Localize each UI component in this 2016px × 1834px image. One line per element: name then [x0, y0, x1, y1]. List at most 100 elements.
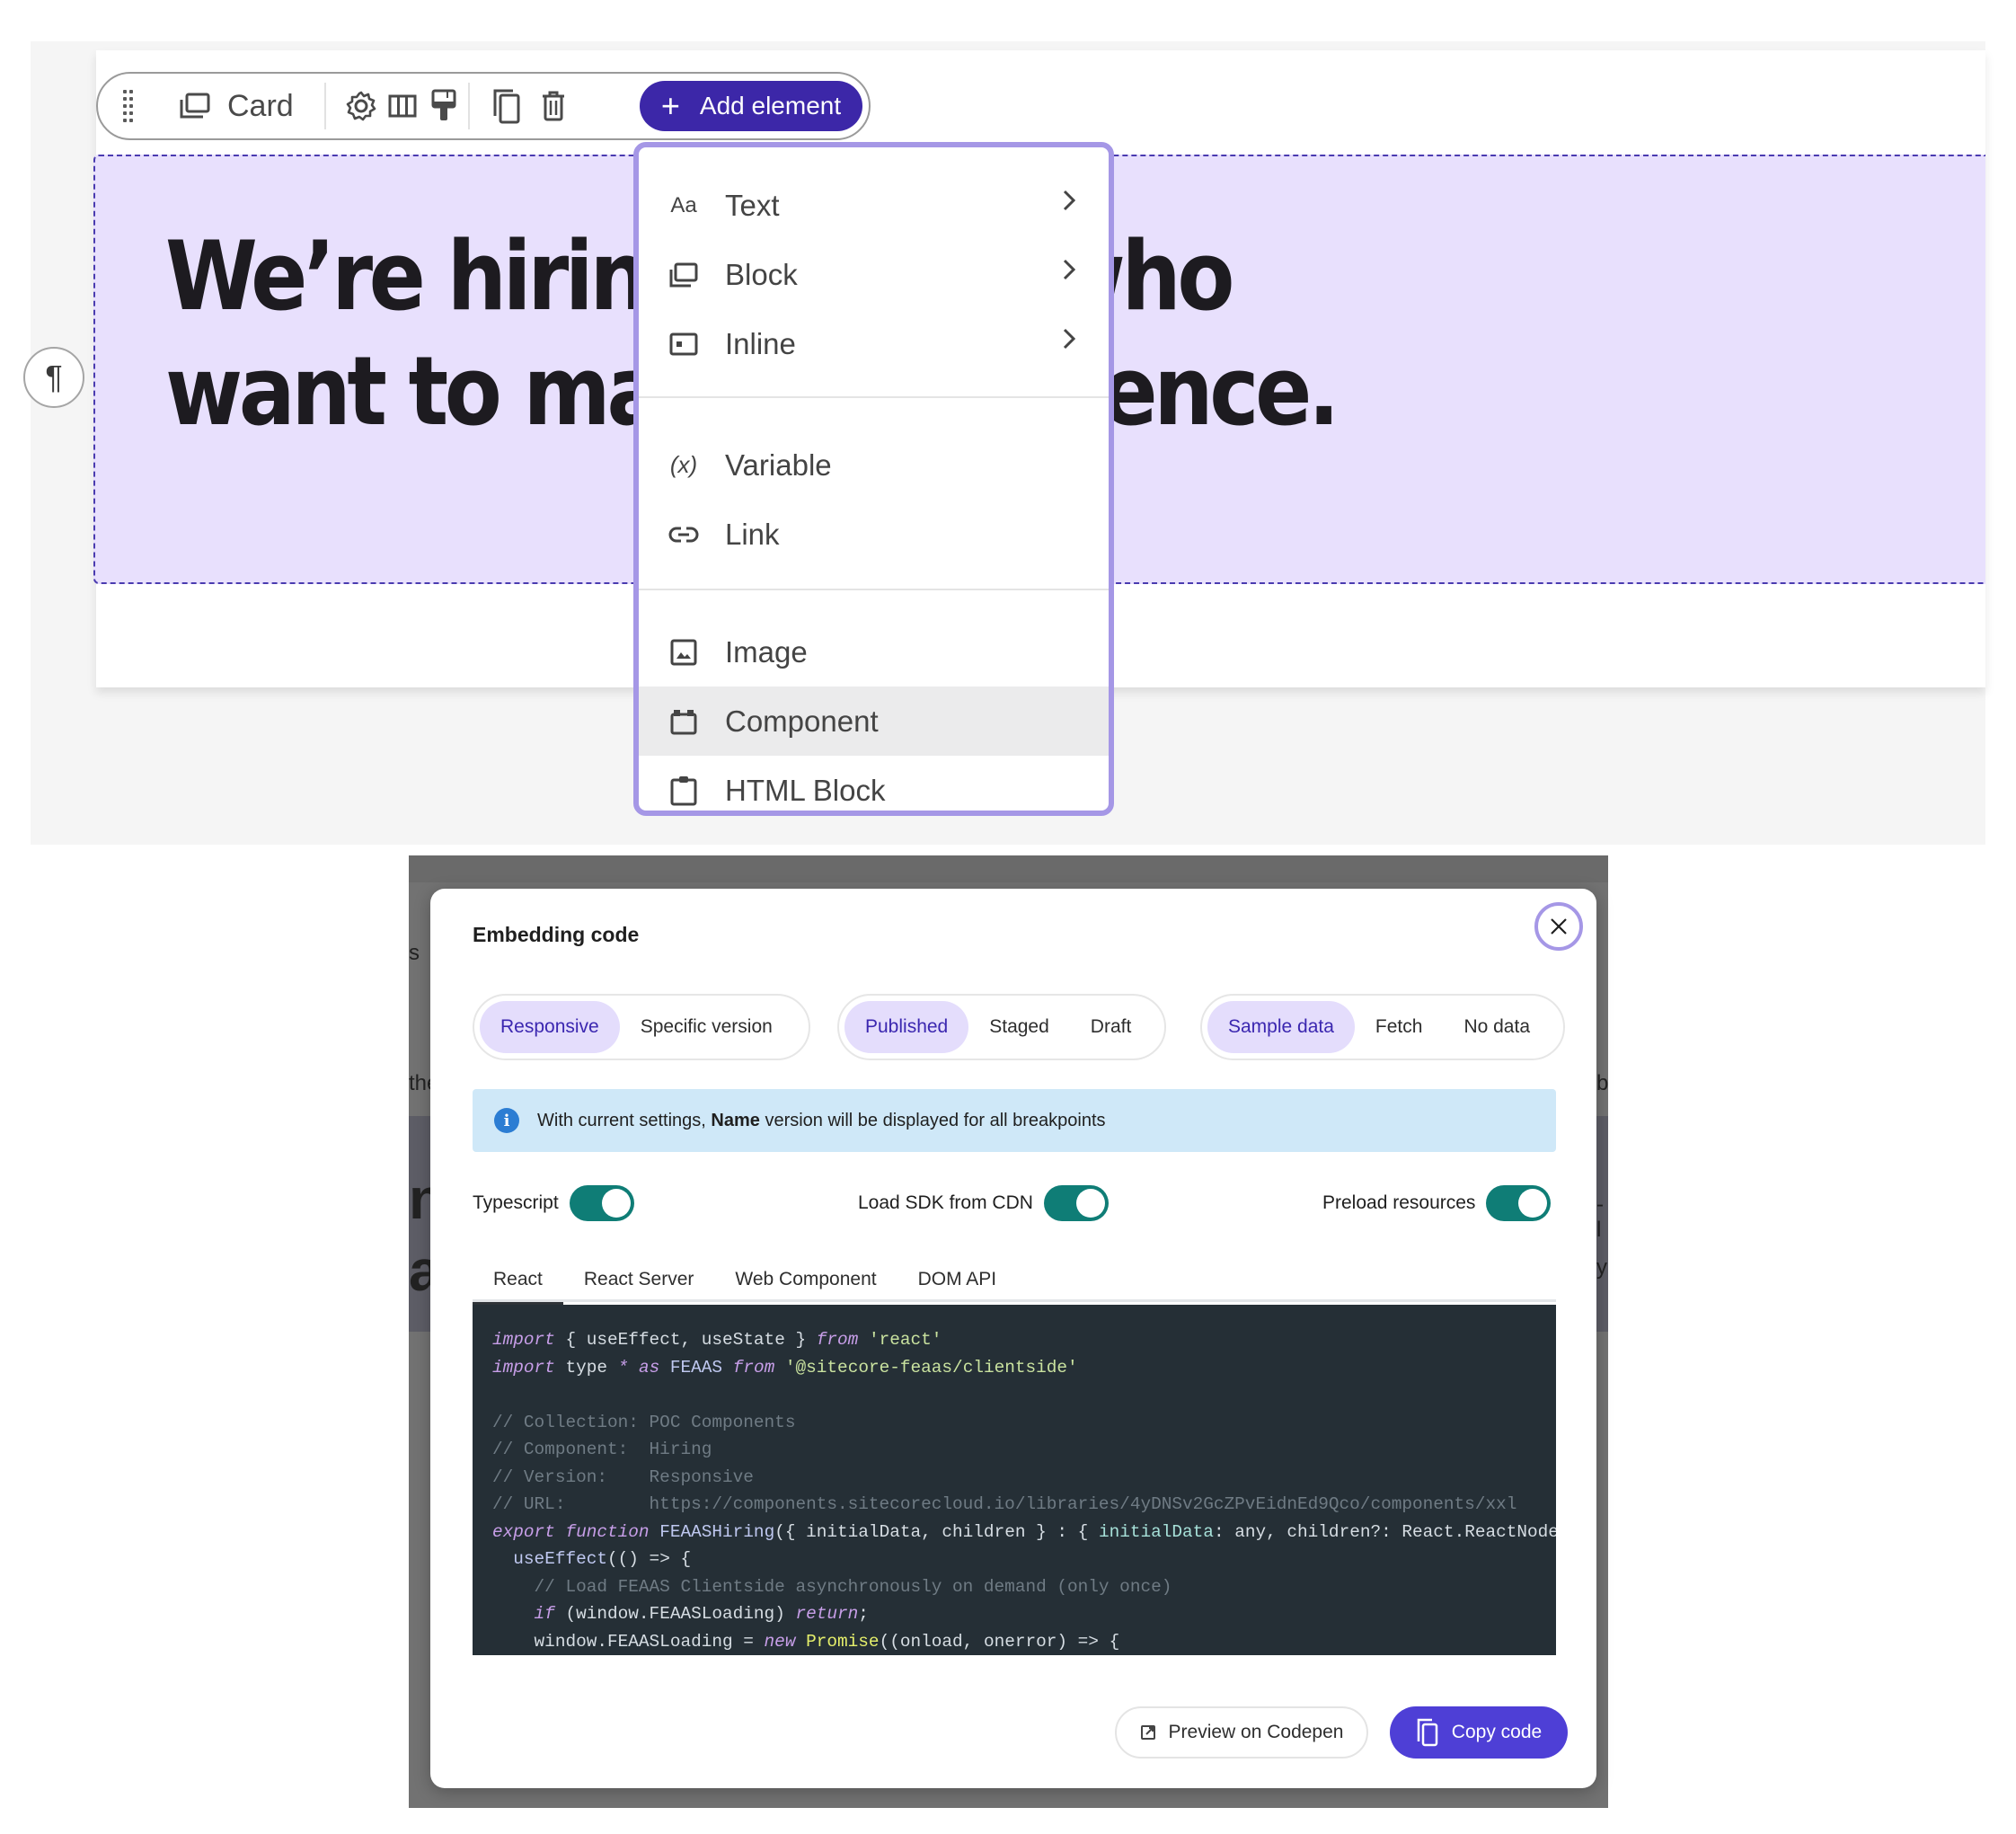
toolbar-divider [324, 83, 326, 129]
paragraph-icon: ¶ [45, 359, 63, 395]
menu-item-text[interactable]: Aa Text [639, 171, 1109, 240]
tab-dom-api[interactable]: DOM API [897, 1257, 1018, 1302]
load-sdk-toggle-row: Load SDK from CDN [858, 1184, 1109, 1222]
backdrop-text-fragment: y [1596, 1255, 1607, 1280]
settings-gear-icon [345, 90, 377, 122]
data-source-segmented-control: Sample data Fetch No data [1200, 994, 1565, 1060]
segment-fetch[interactable]: Fetch [1355, 1001, 1444, 1053]
segment-specific-version[interactable]: Specific version [620, 1001, 793, 1053]
menu-item-label: Variable [725, 447, 832, 482]
typescript-label: Typescript [473, 1192, 559, 1213]
info-text-part: With current settings, [537, 1110, 712, 1130]
copy-icon [1417, 1718, 1438, 1747]
card-icon [179, 92, 211, 120]
menu-item-label: Block [725, 257, 798, 291]
preview-on-codepen-button[interactable]: Preview on Codepen [1115, 1706, 1368, 1759]
component-icon [666, 704, 702, 740]
code-format-tabs: React React Server Web Component DOM API [473, 1257, 1556, 1305]
menu-item-label: Component [725, 704, 879, 738]
code-line: // URL: https://components.sitecorecloud… [492, 1494, 1517, 1514]
copy-code-button[interactable]: Copy code [1390, 1706, 1568, 1759]
block-icon [666, 257, 702, 293]
backdrop-text-fragment: -l [1596, 1192, 1604, 1242]
external-link-icon [1140, 1725, 1155, 1740]
code-line: import type * as FEAAS from '@sitecore-f… [492, 1357, 1078, 1378]
preload-resources-label: Preload resources [1322, 1192, 1476, 1213]
trash-icon [541, 90, 566, 122]
tab-react-server[interactable]: React Server [563, 1257, 715, 1302]
load-sdk-toggle[interactable] [1043, 1185, 1109, 1221]
load-sdk-label: Load SDK from CDN [858, 1192, 1033, 1213]
code-line: export function FEAASHiring({ initialDat… [492, 1521, 1556, 1542]
close-button[interactable] [1534, 902, 1583, 951]
menu-item-image[interactable]: Image [639, 617, 1109, 687]
menu-item-variable[interactable]: (x) Variable [639, 430, 1109, 500]
typescript-toggle-row: Typescript [473, 1184, 634, 1222]
code-line: import { useEffect, useState } from 'rea… [492, 1330, 942, 1350]
menu-item-component[interactable]: Component [639, 687, 1109, 756]
version-mode-segmented-control: Responsive Specific version [473, 994, 810, 1060]
columns-icon [388, 93, 417, 119]
settings-button[interactable] [339, 74, 384, 138]
add-element-button[interactable]: + Add element [640, 81, 862, 131]
image-icon [666, 634, 702, 670]
code-snippet[interactable]: import { useEffect, useState } from 'rea… [473, 1305, 1556, 1655]
segment-staged[interactable]: Staged [968, 1001, 1070, 1053]
menu-item-block[interactable]: Block [639, 240, 1109, 309]
menu-item-label: Inline [725, 326, 796, 360]
menu-item-link[interactable]: Link [639, 500, 1109, 569]
layout-columns-button[interactable] [380, 74, 425, 138]
backdrop-text-fragment: b [1596, 1071, 1608, 1095]
embedding-code-dialog: Embedding code Responsive Specific versi… [430, 889, 1596, 1788]
preview-label: Preview on Codepen [1168, 1722, 1344, 1742]
drag-handle-icon[interactable] [123, 90, 134, 124]
duplicate-button[interactable] [484, 74, 529, 138]
text-aa-icon: Aa [670, 192, 697, 217]
info-message: With current settings, Name version will… [537, 1111, 1106, 1131]
menu-item-html-block[interactable]: HTML Block [639, 756, 1109, 825]
preload-resources-toggle[interactable] [1486, 1185, 1552, 1221]
element-type-selector[interactable]: Card [179, 74, 294, 138]
tab-react[interactable]: React [473, 1257, 563, 1305]
info-text-part: version will be displayed for all breakp… [759, 1110, 1106, 1130]
dialog-title: Embedding code [473, 923, 640, 946]
tab-web-component[interactable]: Web Component [714, 1257, 897, 1302]
menu-item-inline[interactable]: Inline [639, 309, 1109, 378]
paragraph-handle-button[interactable]: ¶ [23, 347, 84, 408]
menu-item-label: Image [725, 634, 808, 669]
delete-button[interactable] [531, 74, 576, 138]
info-banner: i With current settings, Name version wi… [473, 1089, 1556, 1152]
menu-item-label: Text [725, 188, 780, 222]
segment-published[interactable]: Published [844, 1001, 969, 1053]
code-line: // Load FEAAS Clientside asynchronously … [534, 1576, 1172, 1597]
code-line: window.FEAASLoading = new Promise((onloa… [492, 1631, 1120, 1652]
menu-item-label: HTML Block [725, 773, 886, 807]
element-type-label: Card [227, 88, 294, 123]
duplicate-icon [491, 87, 522, 125]
html-block-icon [666, 773, 702, 809]
chevron-right-icon [1062, 189, 1076, 217]
menu-divider [639, 396, 1109, 398]
preload-resources-toggle-row: Preload resources [1322, 1184, 1552, 1222]
chevron-right-icon [1062, 258, 1076, 286]
info-text-bold: Name [711, 1110, 760, 1130]
close-icon [1551, 918, 1567, 935]
add-element-menu: Aa Text Block Inline (x) Variable Link I… [633, 142, 1114, 816]
info-icon: i [494, 1108, 519, 1133]
segment-responsive[interactable]: Responsive [480, 1001, 620, 1053]
code-line: // Version: Responsive [492, 1466, 754, 1487]
segment-draft[interactable]: Draft [1070, 1001, 1153, 1053]
paint-brush-icon [430, 89, 457, 123]
backdrop-text-fragment: s [409, 941, 420, 965]
code-line: // Component: Hiring [492, 1440, 712, 1459]
link-icon [666, 517, 702, 553]
add-element-label: Add element [699, 92, 842, 120]
publish-state-segmented-control: Published Staged Draft [837, 994, 1166, 1060]
code-line: if (window.FEAASLoading) return; [534, 1604, 869, 1624]
style-button[interactable] [421, 74, 466, 138]
typescript-toggle[interactable] [569, 1185, 634, 1221]
segment-no-data[interactable]: No data [1443, 1001, 1551, 1053]
menu-divider [639, 589, 1109, 590]
segment-sample-data[interactable]: Sample data [1207, 1001, 1355, 1053]
